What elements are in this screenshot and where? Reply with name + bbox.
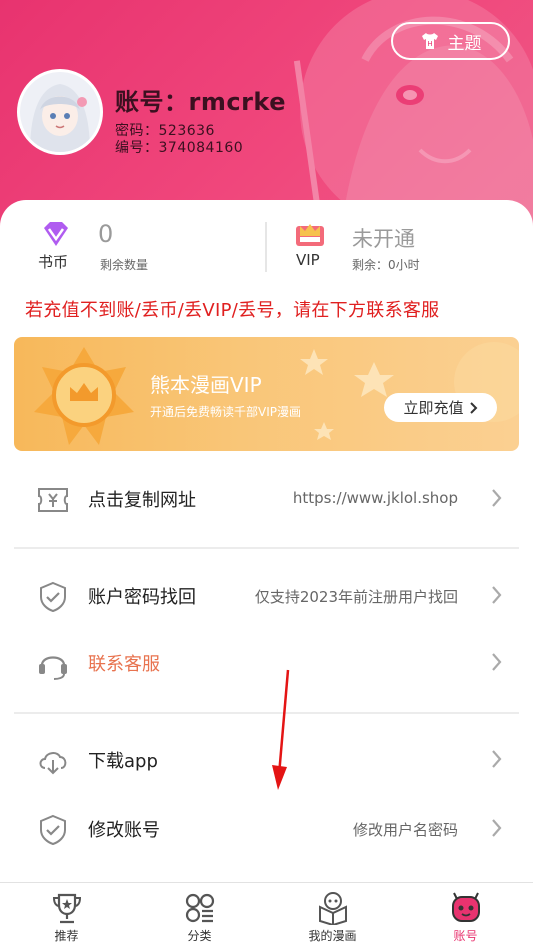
recharge-button[interactable]: 立即充值 [384, 393, 497, 422]
account-id: 编号：374084160 [115, 140, 244, 156]
chevron-right-icon [492, 489, 502, 507]
ticket-icon [38, 488, 68, 512]
bookshelf-icon [318, 892, 347, 925]
coin-sub-label: 剩余数量 [100, 258, 149, 272]
avatar-image [20, 72, 100, 152]
menu-copy-url[interactable]: 点击复制网址 https://www.jklol.shop [0, 471, 533, 527]
shield-check-icon [40, 581, 66, 613]
tab-label: 我的漫画 [308, 929, 357, 943]
menu-label: 点击复制网址 [88, 490, 196, 511]
vip-banner[interactable]: 熊本漫画VIP 开通后免费畅读千部VIP漫画 立即充值 [14, 337, 519, 451]
menu-label: 下载app [88, 751, 158, 772]
vip-remaining: 剩余：0小时 [352, 258, 420, 272]
vip-status: 未开通 [352, 227, 415, 251]
banner-title: 熊本漫画VIP [150, 373, 262, 397]
menu-password-recovery[interactable]: 账户密码找回 仅支持2023年前注册用户找回 [0, 568, 533, 624]
tab-label: 分类 [187, 929, 212, 943]
headset-icon [39, 656, 67, 680]
recharge-button-label: 立即充值 [403, 399, 464, 417]
menu-label: 联系客服 [88, 654, 160, 675]
recharge-notice: 若充值不到账/丢币/丢VIP/丢号，请在下方联系客服 [25, 300, 440, 321]
tab-recommend[interactable]: 推荐 [0, 883, 133, 948]
tab-account[interactable]: 账号 [399, 883, 532, 948]
diamond-icon[interactable] [40, 220, 72, 250]
menu-value: 仅支持2023年前注册用户找回 [254, 588, 458, 606]
shield-check-icon [40, 814, 66, 846]
tab-label: 推荐 [54, 929, 79, 943]
chevron-right-icon [492, 586, 502, 604]
stats-divider [265, 222, 267, 272]
avatar[interactable] [17, 69, 103, 155]
menu-value: https://www.jklol.shop [292, 489, 458, 507]
chevron-right-icon [492, 653, 502, 671]
section-divider [14, 547, 519, 549]
trophy-icon [52, 893, 81, 924]
bottom-tab-bar: 推荐 分类 我的漫画 账号 [0, 882, 533, 948]
tshirt-icon: H [421, 33, 438, 49]
cloud-download-icon [39, 752, 67, 775]
menu-label: 修改账号 [88, 820, 160, 841]
svg-text:H: H [427, 40, 432, 48]
theme-label: 主题 [447, 33, 482, 54]
account-name: 账号：rmcrke [115, 88, 286, 116]
crown-icon[interactable] [294, 220, 326, 248]
chevron-right-icon [469, 401, 477, 414]
chevron-right-icon [492, 750, 502, 768]
menu-label: 账户密码找回 [88, 587, 196, 608]
vip-label: VIP [296, 251, 320, 269]
tab-my-comics[interactable]: 我的漫画 [266, 883, 399, 948]
chevron-right-icon [492, 819, 502, 837]
tab-label: 账号 [453, 929, 478, 943]
banner-subtitle: 开通后免费畅读千部VIP漫画 [150, 405, 301, 419]
coin-value: 0 [98, 220, 114, 248]
menu-modify-account[interactable]: 修改账号 修改用户名密码 [0, 801, 533, 857]
theme-button[interactable]: H 主题 [391, 22, 510, 60]
coin-label: 书币 [38, 253, 69, 271]
tab-category[interactable]: 分类 [133, 883, 266, 948]
category-icon [185, 893, 214, 923]
account-icon [451, 892, 480, 922]
menu-value: 修改用户名密码 [352, 821, 458, 839]
annotation-arrow [272, 669, 290, 790]
